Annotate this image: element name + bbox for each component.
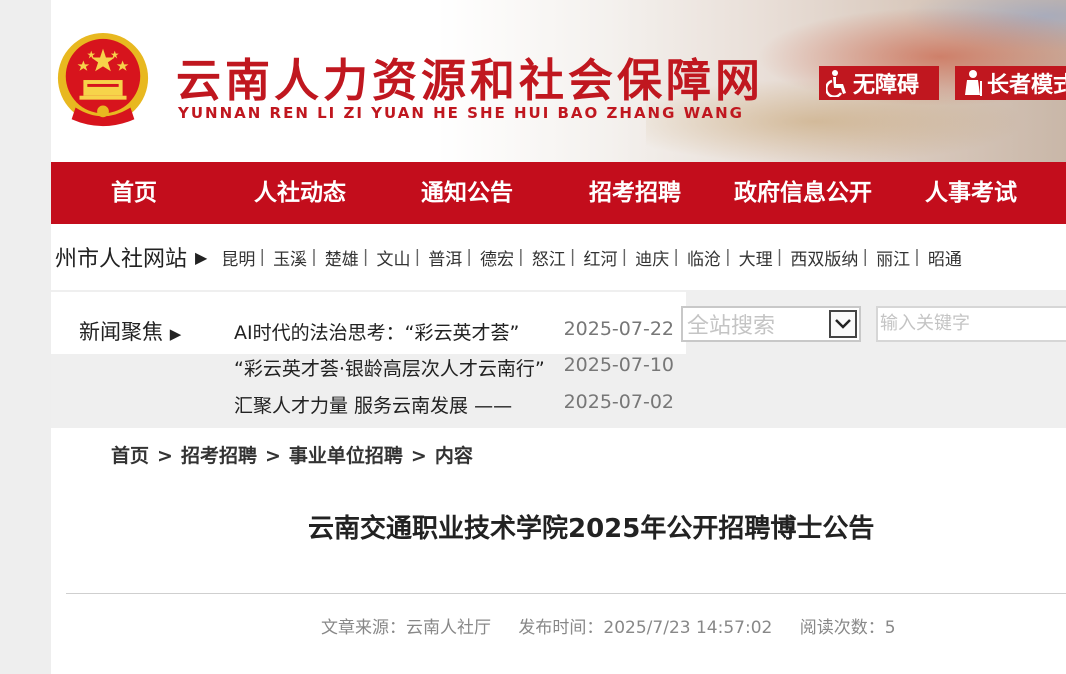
news-item-date: 2025-07-02 [563,391,674,413]
national-emblem-icon [57,33,149,127]
site-header: 云南人力资源和社会保障网 YUNNAN REN LI ZI YUAN HE SH… [51,0,1066,162]
search-keyword-input[interactable]: 输入关键字 [876,306,1066,342]
city-links-title: 州市人社网站 [55,247,188,272]
breadcrumb-item[interactable]: 首页 [111,445,149,467]
elder-mode-label: 长者模式 [987,73,1066,98]
page: 云南人力资源和社会保障网 YUNNAN REN LI ZI YUAN HE SH… [0,0,1066,674]
article-source: 文章来源：云南人社厅 [321,618,491,638]
site-pinyin: YUNNAN REN LI ZI YUAN HE SHE HUI BAO ZHA… [178,104,744,122]
nav-item-personnel-exam[interactable]: 人事考试 [887,162,1055,224]
breadcrumb-item: 内容 [434,445,473,467]
news-focus-section: 新闻聚焦 ▶ AI时代的法治思考：“彩云英才荟” 2025-07-22 “彩云英… [51,292,1066,428]
breadcrumb: 首页 > 招考招聘 > 事业单位招聘 > 内容 [111,445,473,467]
nav-item-gov-info[interactable]: 政府信息公开 [719,162,887,224]
main-nav: 首页 人社动态 通知公告 招考招聘 政府信息公开 人事考试 [51,162,1066,224]
divider [66,593,1066,594]
article-views: 阅读次数：5 [799,618,896,638]
chevron-down-icon[interactable] [829,310,857,338]
news-item-title[interactable]: AI时代的法治思考：“彩云英才荟” [234,318,550,345]
news-item-title[interactable]: “彩云英才荟·银龄高层次人才云南行” [234,354,550,381]
news-item-date: 2025-07-10 [563,354,674,376]
nav-item-home[interactable]: 首页 [51,162,217,224]
search-scope-select[interactable]: 全站搜索 [681,306,861,342]
article-content: 首页 > 招考招聘 > 事业单位招聘 > 内容 云南交通职业技术学院2025年公开招聘博士公… [51,428,1066,674]
site-title[interactable]: 云南人力资源和社会保障网 [176,44,764,109]
city-links-bar: 州市人社网站 ▶ 昆明 | 玉溪 | 楚雄 | 文山 | 普洱 | 德宏 | 怒江 | 红河 |… [51,224,1066,290]
news-item-title[interactable]: 汇聚人才力量 服务云南发展 —— [234,391,550,418]
city-link[interactable]: 怒江 [532,245,566,270]
article-publish-time: 发布时间：2025/7/23 14:57:02 [518,618,773,638]
breadcrumb-item[interactable]: 事业单位招聘 [289,445,403,467]
wheelchair-icon [825,68,851,98]
city-link[interactable]: 丽江 [876,245,910,270]
city-link[interactable]: 楚雄 [325,245,359,270]
news-item-date: 2025-07-22 [563,318,674,340]
city-link[interactable]: 德宏 [480,245,514,270]
news-focus-title: 新闻聚焦 ▶ [79,320,182,344]
news-item[interactable]: 汇聚人才力量 服务云南发展 —— 2025-07-02 [234,391,674,418]
article-meta: 文章来源：云南人社厅 发布时间：2025/7/23 14:57:02 阅读次数：… [321,613,918,638]
nav-item-hrss-news[interactable]: 人社动态 [217,162,383,224]
city-link[interactable]: 昭通 [928,245,962,270]
city-link[interactable]: 大理 [739,245,773,270]
city-link[interactable]: 临沧 [687,245,721,270]
city-link[interactable]: 文山 [377,245,411,270]
city-link[interactable]: 昆明 [221,245,255,270]
elder-person-icon [961,68,985,98]
city-link[interactable]: 西双版纳 [790,245,858,270]
left-margin [0,0,51,674]
caret-right-icon: ▶ [169,325,182,343]
news-item[interactable]: “彩云英才荟·银龄高层次人才云南行” 2025-07-10 [234,354,674,381]
city-link[interactable]: 红河 [583,245,617,270]
news-item[interactable]: AI时代的法治思考：“彩云英才荟” 2025-07-22 [234,318,674,345]
city-link[interactable]: 迪庆 [635,245,669,270]
search-scope-value: 全站搜索 [687,314,776,339]
article-title: 云南交通职业技术学院2025年公开招聘博士公告 [308,514,875,544]
city-link[interactable]: 普洱 [428,245,462,270]
breadcrumb-item[interactable]: 招考招聘 [181,445,257,467]
accessibility-label: 无障碍 [853,73,920,98]
elder-mode-button[interactable]: 长者模式 [955,66,1066,100]
nav-item-notices[interactable]: 通知公告 [383,162,551,224]
nav-item-recruitment[interactable]: 招考招聘 [551,162,719,224]
caret-right-icon: ▶ [195,247,208,267]
city-link[interactable]: 玉溪 [273,245,307,270]
accessibility-button[interactable]: 无障碍 [819,66,939,100]
